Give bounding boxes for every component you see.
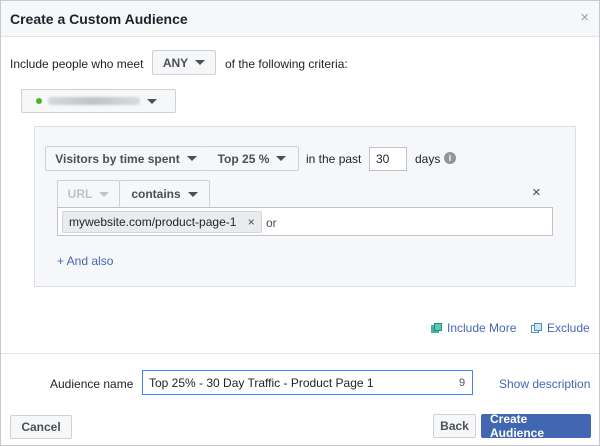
close-icon[interactable]: ×	[580, 10, 589, 25]
create-custom-audience-dialog: Create a Custom Audience × Include peopl…	[0, 0, 600, 446]
days-label: days	[415, 152, 441, 166]
chevron-down-icon	[276, 156, 287, 161]
operator-dropdown[interactable]: contains	[119, 180, 210, 207]
cancel-button[interactable]: Cancel	[10, 415, 72, 439]
event-label: Visitors by time spent	[55, 151, 180, 166]
show-description-link[interactable]: Show description	[499, 377, 590, 391]
dialog-header: Create a Custom Audience ×	[1, 1, 599, 37]
percentile-label: Top 25 %	[217, 151, 270, 166]
days-input[interactable]: 30	[369, 147, 407, 171]
token-remove-icon[interactable]: ×	[248, 215, 255, 229]
pixel-name-redacted	[48, 97, 140, 105]
criteria-suffix: of the following criteria:	[225, 57, 348, 71]
url-token-input[interactable]: mywebsite.com/product-page-1 × or	[57, 207, 553, 236]
exclude-label: Exclude	[547, 321, 590, 335]
match-mode-dropdown[interactable]: ANY	[152, 50, 216, 75]
divider	[1, 353, 599, 354]
char-count: 9	[459, 377, 466, 389]
dialog-title: Create a Custom Audience	[10, 11, 188, 27]
create-audience-button[interactable]: Create Audience	[481, 412, 591, 440]
audience-name-label: Audience name	[50, 377, 134, 391]
url-token-label: mywebsite.com/product-page-1	[69, 215, 237, 229]
audience-name-input[interactable]: Top 25% - 30 Day Traffic - Product Page …	[142, 370, 473, 395]
percentile-dropdown[interactable]: Top 25 %	[206, 146, 299, 171]
chevron-down-icon	[187, 191, 198, 197]
criteria-prefix: Include people who meet	[10, 57, 144, 71]
match-mode-label: ANY	[162, 55, 189, 70]
chevron-down-icon	[147, 98, 157, 104]
exclude-icon	[531, 322, 542, 334]
event-dropdown[interactable]: Visitors by time spent	[45, 146, 207, 171]
status-dot-icon	[36, 98, 42, 104]
field-dropdown[interactable]: URL	[57, 180, 120, 207]
chevron-down-icon	[195, 60, 206, 65]
pixel-source-dropdown[interactable]	[21, 89, 176, 113]
include-more-label: Include More	[447, 321, 517, 335]
or-label: or	[266, 216, 277, 230]
field-label: URL	[67, 187, 93, 201]
back-button[interactable]: Back	[433, 414, 476, 438]
include-more-link[interactable]: Include More	[431, 321, 516, 335]
info-icon[interactable]: i	[444, 152, 456, 164]
url-token: mywebsite.com/product-page-1 ×	[62, 211, 262, 233]
remove-condition-icon[interactable]: ×	[532, 185, 541, 200]
and-also-link[interactable]: + And also	[57, 254, 113, 268]
operator-label: contains	[131, 187, 181, 201]
chevron-down-icon	[99, 191, 110, 197]
include-icon	[431, 322, 442, 334]
exclude-link[interactable]: Exclude	[531, 321, 590, 335]
chevron-down-icon	[186, 156, 197, 161]
in-past-label: in the past	[306, 152, 362, 166]
